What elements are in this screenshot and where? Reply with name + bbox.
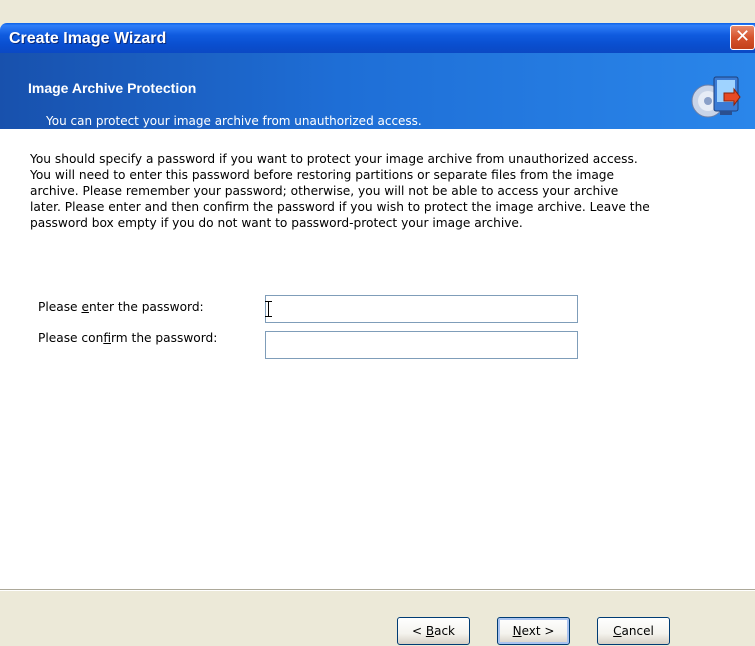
confirm-password-input[interactable] [265,331,578,359]
text-cursor-icon [265,301,272,317]
footer-divider [0,589,755,591]
cancel-button[interactable]: Cancel [597,617,670,645]
disc-computer-icon [691,76,741,118]
password-label: Please enter the password: [38,300,204,314]
description-line: You will need to enter this password bef… [30,168,615,182]
confirm-password-label: Please confirm the password: [38,331,218,345]
close-icon: ✕ [734,26,751,47]
window-title: Create Image Wizard [9,30,167,47]
description-line: later. Please enter and then confirm the… [30,200,650,214]
close-button[interactable]: ✕ [730,25,755,50]
description-line: password box empty if you do not want to… [30,216,523,230]
header-subtitle: You can protect your image archive from … [46,114,422,128]
wizard-window: Create Image Wizard ✕ Image Archive Prot… [0,0,755,646]
header-title: Image Archive Protection [28,80,197,96]
back-button[interactable]: < Back [397,617,470,645]
next-button[interactable]: Next > [497,617,570,645]
description-line: You should specify a password if you wan… [30,152,638,166]
description-text: You should specify a password if you wan… [30,151,742,231]
password-input[interactable] [265,295,578,323]
title-bar[interactable]: Create Image Wizard ✕ [0,23,755,53]
description-line: archive. Please remember your password; … [30,184,619,198]
